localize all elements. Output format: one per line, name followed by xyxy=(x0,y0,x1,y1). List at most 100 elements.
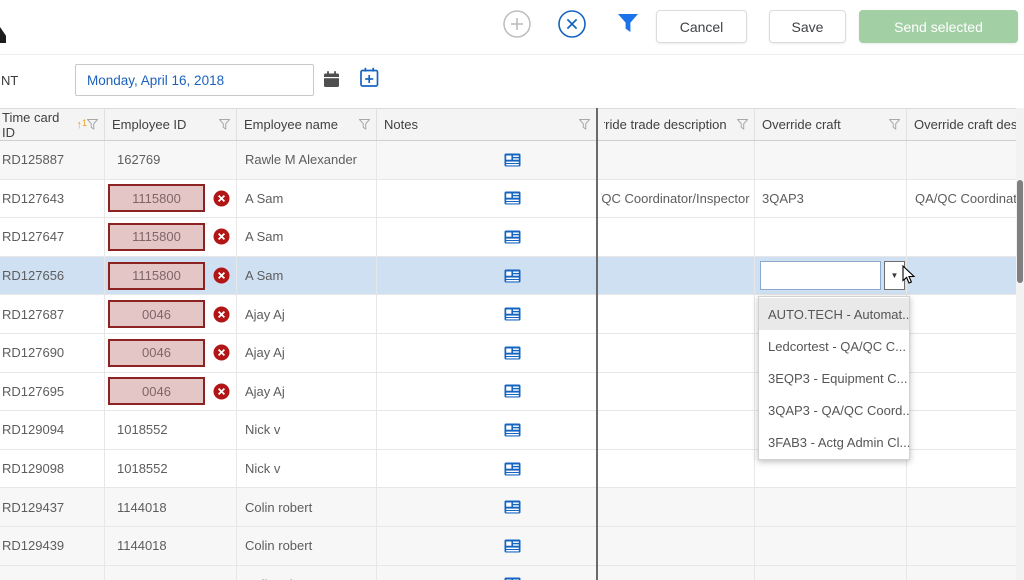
filter-icon[interactable] xyxy=(87,119,98,130)
table-row[interactable]: RD125887 162769 Rawle M Alexander xyxy=(0,141,1024,180)
employee-id-value: 1018552 xyxy=(117,461,168,476)
override-craft-description-cell[interactable]: QA/QC Coordinator/Inspector xyxy=(907,180,1024,218)
notes-icon[interactable] xyxy=(504,191,521,205)
override-trade-description-cell[interactable] xyxy=(597,218,755,256)
notes-icon[interactable] xyxy=(504,269,521,283)
employee-id-cell[interactable]: 1144018 xyxy=(105,566,237,580)
employee-id-cell[interactable]: 162769 xyxy=(105,141,237,179)
dropdown-option[interactable]: 3QAP3 - QA/QC Coord... xyxy=(759,394,909,426)
override-craft-combobox[interactable]: ▼ xyxy=(760,261,905,290)
employee-id-cell[interactable]: 1115800 xyxy=(105,218,237,256)
notes-icon[interactable] xyxy=(504,346,521,360)
calendar-add-icon[interactable] xyxy=(358,66,381,94)
override-craft-cell[interactable]: 3QAP3 ▼ xyxy=(755,180,907,218)
dropdown-option[interactable]: AUTO.TECH - Automat... xyxy=(759,298,909,330)
employee-id-cell[interactable]: 1018552 xyxy=(105,450,237,488)
override-craft-cell[interactable]: ▼ xyxy=(755,218,907,256)
date-input[interactable] xyxy=(87,73,313,88)
time-card-id-value: RD127643 xyxy=(2,191,64,206)
column-header-override-trade-description[interactable]: Override trade description xyxy=(597,109,755,140)
table-row[interactable]: RD127656 1115800 A Sam xyxy=(0,257,1024,296)
notes-icon[interactable] xyxy=(504,153,521,167)
override-craft-cell[interactable]: ▼ xyxy=(755,141,907,179)
column-label: Employee ID xyxy=(112,117,186,132)
override-craft-cell[interactable]: ▼ xyxy=(755,566,907,580)
override-craft-description-cell[interactable] xyxy=(907,411,1024,449)
override-craft-description-cell[interactable] xyxy=(907,373,1024,411)
vertical-scrollbar[interactable] xyxy=(1016,108,1024,580)
notes-icon[interactable] xyxy=(504,539,521,553)
dropdown-option[interactable]: Ledcortest - QA/QC C... xyxy=(759,330,909,362)
table-row[interactable]: RD127647 1115800 A Sam xyxy=(0,218,1024,257)
override-craft-description-cell[interactable] xyxy=(907,257,1024,295)
override-craft-input[interactable] xyxy=(760,261,881,290)
notes-icon[interactable] xyxy=(504,423,521,437)
deselect-button[interactable] xyxy=(558,10,586,38)
filter-icon[interactable] xyxy=(889,119,900,130)
filter-button[interactable] xyxy=(617,14,639,33)
employee-id-cell[interactable]: 1144018 xyxy=(105,527,237,565)
override-trade-description-cell[interactable] xyxy=(597,295,755,333)
notes-icon[interactable] xyxy=(504,462,521,476)
filter-icon[interactable] xyxy=(737,119,748,130)
notes-icon[interactable] xyxy=(504,500,521,514)
override-trade-description-cell[interactable] xyxy=(597,373,755,411)
override-craft-description-cell[interactable] xyxy=(907,334,1024,372)
override-craft-description-cell[interactable] xyxy=(907,218,1024,256)
time-card-id-value: RD127690 xyxy=(2,345,64,360)
override-craft-description-cell[interactable] xyxy=(907,488,1024,526)
dropdown-option[interactable]: 3FAB3 - Actg Admin Cl... xyxy=(759,426,909,458)
add-button[interactable] xyxy=(503,10,531,38)
override-craft-description-cell[interactable] xyxy=(907,450,1024,488)
override-trade-description-cell[interactable] xyxy=(597,450,755,488)
employee-id-cell[interactable]: 1115800 xyxy=(105,180,237,218)
override-craft-description-cell[interactable] xyxy=(907,295,1024,333)
dropdown-option[interactable]: 3EQP3 - Equipment C... xyxy=(759,362,909,394)
override-trade-description-cell[interactable] xyxy=(597,334,755,372)
override-craft-description-cell[interactable] xyxy=(907,527,1024,565)
column-header-notes[interactable]: Notes xyxy=(377,109,597,140)
table-row[interactable]: RD129439 1144018 Colin robert xyxy=(0,527,1024,566)
override-craft-description-cell[interactable] xyxy=(907,141,1024,179)
employee-id-cell[interactable]: 1144018 xyxy=(105,488,237,526)
override-craft-cell[interactable]: ▼ xyxy=(755,527,907,565)
employee-id-cell[interactable]: 1115800 xyxy=(105,257,237,295)
column-header-override-craft[interactable]: Override craft xyxy=(755,109,907,140)
employee-name-cell: Ajay Aj xyxy=(237,334,377,372)
column-header-employee-id[interactable]: Employee ID xyxy=(105,109,237,140)
override-trade-description-cell[interactable] xyxy=(597,527,755,565)
scrollbar-thumb[interactable] xyxy=(1017,180,1023,283)
filter-icon[interactable] xyxy=(579,119,590,130)
override-craft-cell[interactable]: ▼ xyxy=(755,257,907,295)
time-card-id-cell: RD127656 xyxy=(0,257,105,295)
table-row[interactable]: RD129440 1144018 Colin robert xyxy=(0,566,1024,580)
column-header-time-card-id[interactable]: Time card ID ↑1 xyxy=(0,109,105,140)
override-trade-description-cell[interactable] xyxy=(597,257,755,295)
employee-id-cell[interactable]: 0046 xyxy=(105,373,237,411)
override-trade-description-cell[interactable] xyxy=(597,566,755,580)
notes-icon[interactable] xyxy=(504,307,521,321)
save-button[interactable]: Save xyxy=(769,10,846,43)
cancel-button[interactable]: Cancel xyxy=(656,10,747,43)
notes-icon[interactable] xyxy=(504,230,521,244)
employee-id-cell[interactable]: 0046 xyxy=(105,295,237,333)
filter-icon[interactable] xyxy=(359,119,370,130)
override-trade-description-cell[interactable] xyxy=(597,411,755,449)
column-header-override-craft-description[interactable]: Override craft description xyxy=(907,109,1024,140)
override-trade-description-cell[interactable] xyxy=(597,488,755,526)
employee-id-cell[interactable]: 0046 xyxy=(105,334,237,372)
table-row[interactable]: RD129437 1144018 Colin robert xyxy=(0,488,1024,527)
override-trade-description-cell[interactable]: QA/QC Coordinator/Inspector xyxy=(597,180,755,218)
table-row[interactable]: RD127643 1115800 A Sam xyxy=(0,180,1024,219)
notes-icon[interactable] xyxy=(504,384,521,398)
override-trade-description-cell[interactable] xyxy=(597,141,755,179)
send-selected-button[interactable]: Send selected xyxy=(859,10,1018,43)
date-picker[interactable] xyxy=(75,64,314,96)
employee-id-cell[interactable]: 1018552 xyxy=(105,411,237,449)
dropdown-arrow-button[interactable]: ▼ xyxy=(884,261,905,290)
filter-icon[interactable] xyxy=(219,119,230,130)
calendar-icon[interactable] xyxy=(321,69,342,95)
override-craft-description-cell[interactable] xyxy=(907,566,1024,580)
override-craft-cell[interactable]: ▼ xyxy=(755,488,907,526)
column-header-employee-name[interactable]: Employee name xyxy=(237,109,377,140)
